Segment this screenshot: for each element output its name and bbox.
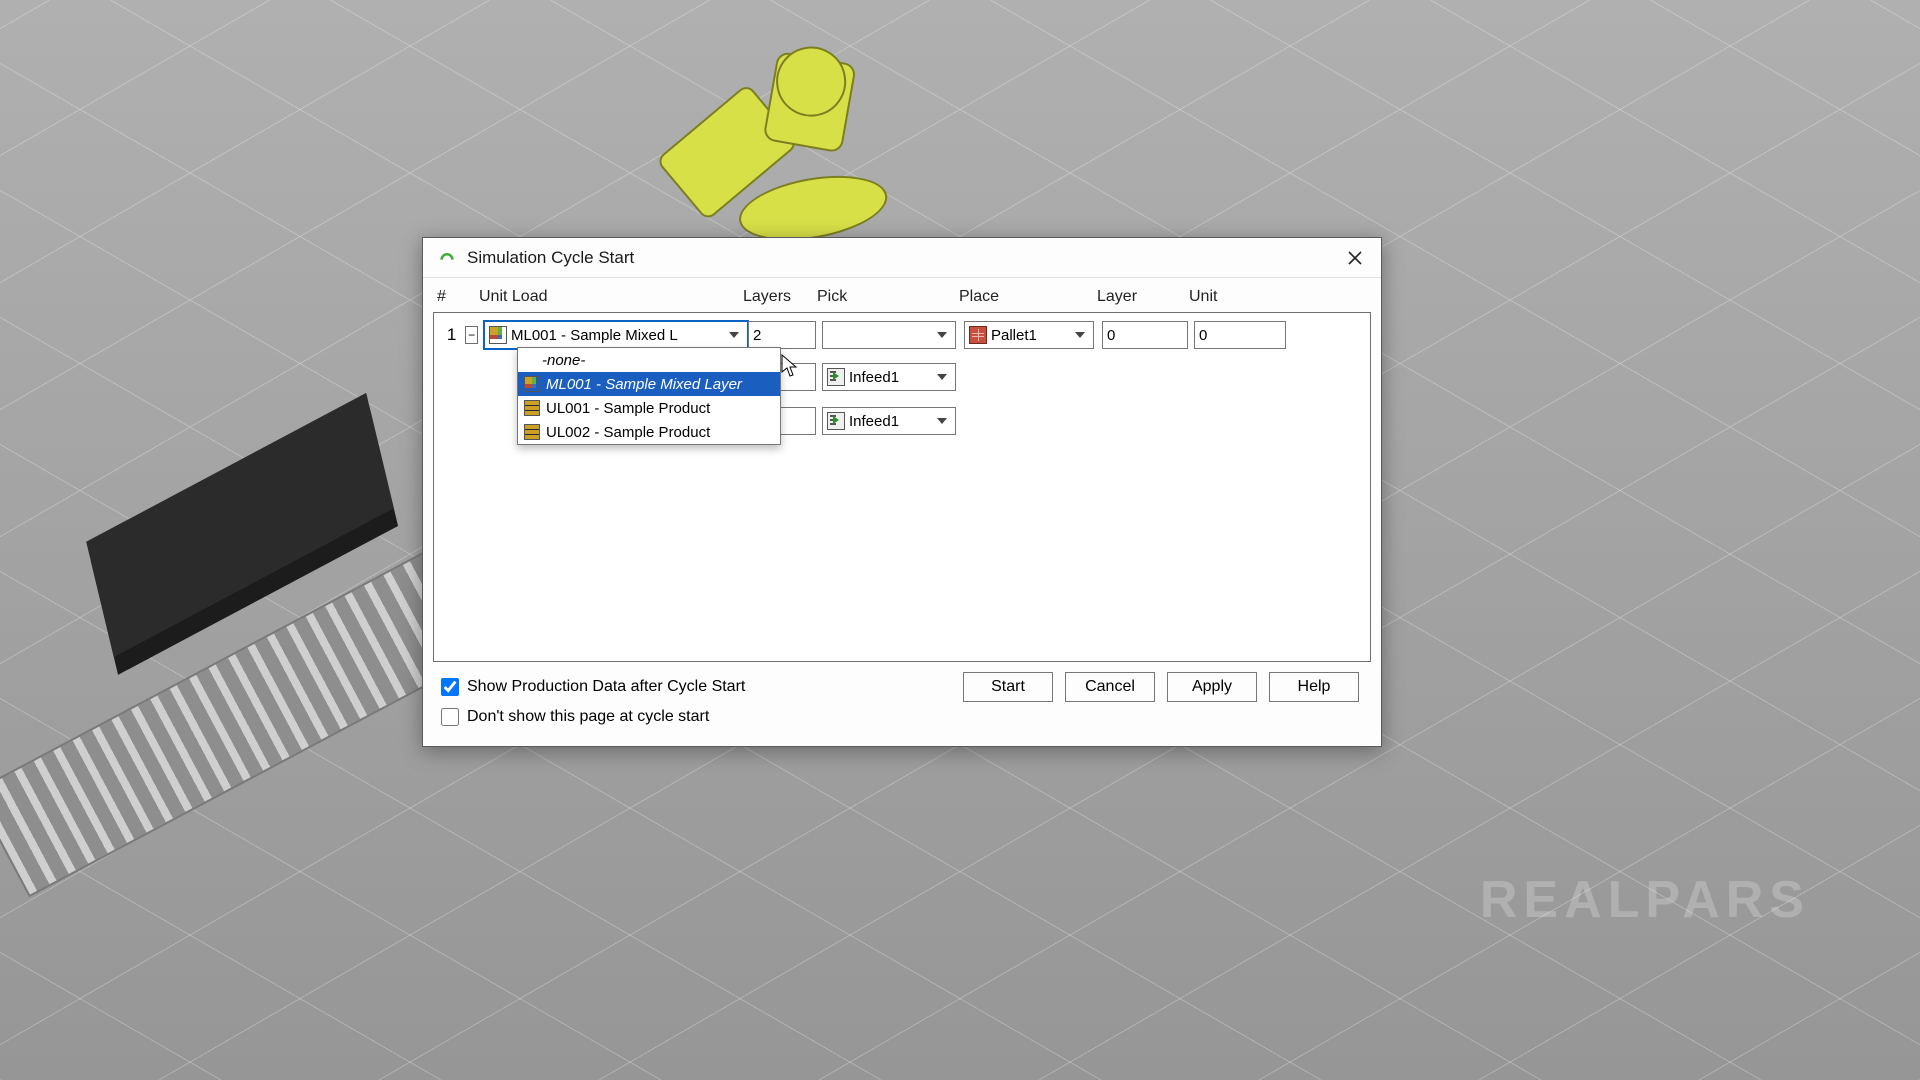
- mixed-load-icon: [489, 326, 507, 344]
- option-label: ML001 - Sample Mixed Layer: [546, 376, 742, 393]
- pallet-icon: [969, 326, 987, 344]
- dont-show-checkbox[interactable]: Don't show this page at cycle start: [441, 708, 709, 726]
- header-unit-load: Unit Load: [479, 288, 743, 306]
- titlebar[interactable]: Simulation Cycle Start: [423, 238, 1381, 278]
- place-combo[interactable]: Pallet1: [964, 321, 1094, 349]
- chevron-down-icon[interactable]: [725, 322, 743, 348]
- header-unit: Unit: [1189, 288, 1281, 306]
- dropdown-option-ul001[interactable]: UL001 - Sample Product: [518, 396, 780, 420]
- unit-input[interactable]: [1194, 321, 1286, 349]
- layers-field[interactable]: [753, 327, 811, 344]
- product-icon: [524, 424, 540, 440]
- table-row: 1 − ML001 - Sample Mixed L: [434, 315, 1370, 355]
- data-grid: 1 − ML001 - Sample Mixed L: [433, 312, 1371, 662]
- apply-button[interactable]: Apply: [1167, 672, 1257, 702]
- infeed-icon: [827, 412, 845, 430]
- layer-input[interactable]: [1102, 321, 1188, 349]
- place-value: Pallet1: [991, 327, 1071, 344]
- pick-combo[interactable]: [822, 321, 956, 349]
- dont-show-label: Don't show this page at cycle start: [467, 708, 709, 726]
- watermark: REALPARS: [1480, 870, 1810, 930]
- column-headers: # Unit Load Layers Pick Place Layer Unit: [433, 286, 1371, 312]
- product-icon: [524, 400, 540, 416]
- show-production-checkbox[interactable]: Show Production Data after Cycle Start: [441, 678, 745, 696]
- pick-value: Infeed1: [849, 413, 933, 430]
- pick-value: Infeed1: [849, 369, 933, 386]
- infeed-icon: [827, 368, 845, 386]
- mixed-load-icon: [524, 376, 540, 392]
- cancel-button[interactable]: Cancel: [1065, 672, 1155, 702]
- dropdown-option-ml001[interactable]: ML001 - Sample Mixed Layer: [518, 372, 780, 396]
- layers-input[interactable]: [748, 321, 816, 349]
- header-number: #: [433, 288, 479, 306]
- chevron-down-icon[interactable]: [933, 322, 951, 348]
- row-number: 1: [438, 325, 465, 345]
- close-button[interactable]: [1337, 242, 1373, 274]
- chevron-down-icon[interactable]: [1071, 322, 1089, 348]
- dropdown-option-none[interactable]: -none-: [518, 348, 780, 372]
- dialog-title: Simulation Cycle Start: [467, 248, 634, 268]
- dropdown-option-ul002[interactable]: UL002 - Sample Product: [518, 420, 780, 444]
- app-icon: [437, 248, 457, 268]
- header-layers: Layers: [743, 288, 817, 306]
- header-layer: Layer: [1097, 288, 1189, 306]
- pick-combo[interactable]: Infeed1: [822, 363, 956, 391]
- layer-field[interactable]: [1107, 327, 1183, 344]
- start-button[interactable]: Start: [963, 672, 1053, 702]
- simulation-cycle-start-dialog: Simulation Cycle Start # Unit Load Layer…: [422, 237, 1382, 747]
- unit-load-dropdown-list[interactable]: -none- ML001 - Sample Mixed Layer UL001 …: [517, 347, 781, 445]
- header-pick: Pick: [817, 288, 959, 306]
- help-button[interactable]: Help: [1269, 672, 1359, 702]
- pick-combo[interactable]: Infeed1: [822, 407, 956, 435]
- unit-load-combo[interactable]: ML001 - Sample Mixed L: [484, 321, 748, 349]
- dont-show-input[interactable]: [441, 708, 459, 726]
- unit-load-value: ML001 - Sample Mixed L: [511, 327, 725, 344]
- show-production-input[interactable]: [441, 678, 459, 696]
- collapse-toggle[interactable]: −: [465, 326, 478, 344]
- chevron-down-icon[interactable]: [933, 364, 951, 390]
- unit-field[interactable]: [1199, 327, 1281, 344]
- option-label: UL001 - Sample Product: [546, 400, 710, 417]
- header-place: Place: [959, 288, 1097, 306]
- show-production-label: Show Production Data after Cycle Start: [467, 678, 745, 696]
- chevron-down-icon[interactable]: [933, 408, 951, 434]
- option-label: UL002 - Sample Product: [546, 424, 710, 441]
- option-label: -none-: [542, 352, 585, 369]
